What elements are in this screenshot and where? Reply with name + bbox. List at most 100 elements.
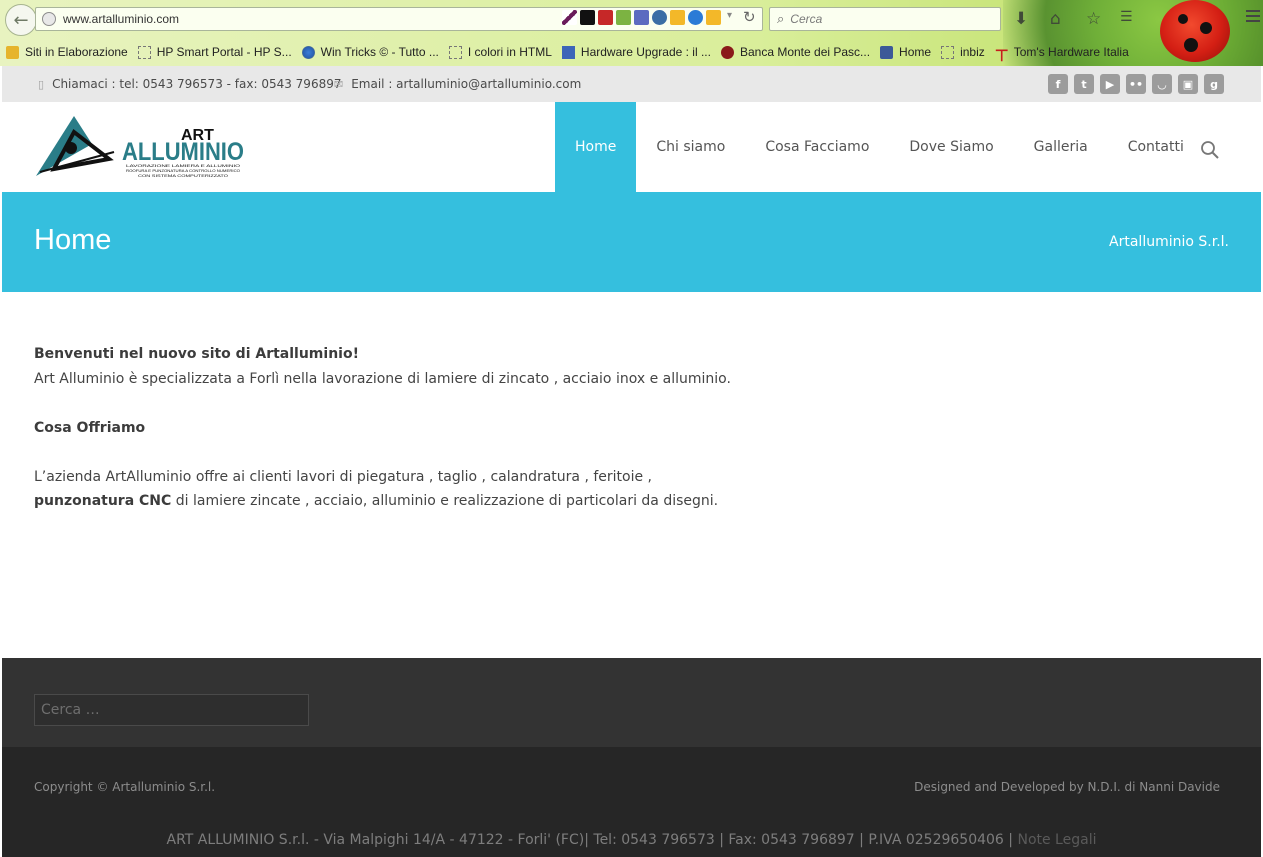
bookmark-label: Banca Monte dei Pasc...	[739, 45, 871, 59]
bank-icon	[720, 45, 734, 59]
breadcrumb: Artalluminio S.r.l.	[1109, 234, 1229, 250]
browser-search-placeholder: Cerca	[790, 12, 823, 26]
welcome-heading: Benvenuti nel nuovo sito di Artalluminio…	[34, 346, 359, 362]
offer-rest: di lamiere zincate , acciaio, alluminio …	[171, 493, 719, 509]
contact-phone: ▯ Chiamaci : tel: 0543 796573 - fax: 054…	[38, 77, 341, 91]
bookmark-item[interactable]: inbiz	[941, 45, 985, 59]
bookmark-label: Siti in Elaborazione	[25, 45, 128, 59]
nav-item-contatti[interactable]: Contatti	[1108, 102, 1204, 192]
box-addon-2-icon[interactable]	[706, 10, 721, 25]
nav-item-dove-siamo[interactable]: Dove Siamo	[889, 102, 1013, 192]
rss-icon[interactable]: ◡	[1152, 74, 1172, 94]
footer-widgets: Cerca …	[2, 658, 1261, 747]
offer-heading: Cosa Offriamo	[34, 419, 146, 436]
page-icon	[941, 45, 955, 59]
folder-icon	[6, 45, 19, 59]
facebook-icon	[880, 45, 894, 59]
bookmark-item[interactable]: HP Smart Portal - HP S...	[137, 45, 292, 59]
legal-notes-link[interactable]: Note Legali	[1017, 832, 1096, 848]
globe-icon	[301, 45, 315, 59]
bookmark-item[interactable]: Siti in Elaborazione	[6, 45, 128, 59]
jquery-addon-icon[interactable]	[688, 10, 703, 25]
bookmark-label: Tom's Hardware Italia	[1013, 45, 1129, 59]
bookmark-item[interactable]: Home	[880, 45, 931, 59]
back-button[interactable]: ←	[5, 4, 37, 36]
address-text: ART ALLUMINIO S.r.l. - Via Malpighi 14/A…	[166, 832, 1018, 848]
bookmark-item[interactable]: Hardware Upgrade : il ...	[561, 45, 711, 59]
dropdown-arrow-icon[interactable]: ▾	[727, 10, 732, 21]
browser-toolbar: ← www.artalluminio.com ▾ ↻ ⌕ Cerca ⬇ ⌂ ☆…	[0, 0, 1263, 66]
nav-item-galleria[interactable]: Galleria	[1014, 102, 1108, 192]
offer-bold: punzonatura CNC	[34, 493, 172, 509]
reload-icon[interactable]: ↻	[743, 8, 756, 26]
logo-text-alluminio: ALLUMINIO	[122, 138, 244, 166]
phone-text: Chiamaci : tel: 0543 796573 - fax: 0543 …	[52, 77, 342, 91]
url-text: www.artalluminio.com	[63, 12, 180, 26]
bookmark-item[interactable]: Win Tricks © - Tutto ...	[301, 45, 439, 59]
site-logo[interactable]: ART ALLUMINIO LAVORAZIONE LAMIERA E ALLU…	[34, 114, 249, 180]
wordpress-icon[interactable]	[652, 10, 667, 25]
flag-addon-icon[interactable]	[580, 10, 595, 25]
search-icon[interactable]	[1200, 140, 1220, 160]
php-addon-icon[interactable]	[634, 10, 649, 25]
youtube-icon[interactable]: ▶	[1100, 74, 1120, 94]
browser-search-bar[interactable]: ⌕ Cerca	[769, 7, 1001, 31]
bookmark-label: Hardware Upgrade : il ...	[580, 45, 711, 59]
offer-text: L’azienda ArtAlluminio offre ai clienti …	[34, 468, 652, 485]
intro-text: Art Alluminio è specializzata a Forlì ne…	[34, 370, 731, 387]
company-address: ART ALLUMINIO S.r.l. - Via Malpighi 14/A…	[2, 832, 1261, 848]
social-links: f t ▶ •• ◡ ▣ g	[1048, 74, 1224, 94]
page-title: Home	[34, 224, 112, 256]
bookmark-item[interactable]: ⊤ Tom's Hardware Italia	[994, 45, 1129, 65]
bookmark-label: Home	[899, 45, 932, 59]
bookmark-label: inbiz	[960, 45, 985, 59]
offer-paragraph: punzonatura CNC di lamiere zincate , acc…	[34, 489, 1224, 514]
page-title-band: Home Artalluminio S.r.l.	[2, 192, 1261, 292]
instagram-icon[interactable]: ▣	[1178, 74, 1198, 94]
home-icon[interactable]: ⌂	[1050, 9, 1061, 29]
site-identity-icon[interactable]	[42, 12, 56, 26]
twitter-icon[interactable]: t	[1074, 74, 1094, 94]
facebook-icon[interactable]: f	[1048, 74, 1068, 94]
nav-item-cosa-facciamo[interactable]: Cosa Facciamo	[745, 102, 889, 192]
firebug-addon-icon[interactable]	[598, 10, 613, 25]
theme-ladybug-image	[1160, 0, 1230, 62]
reading-list-icon[interactable]: ☰	[1120, 9, 1133, 25]
contact-email: ✉ Email : artalluminio@artalluminio.com	[334, 77, 581, 91]
addon-icons	[562, 10, 721, 25]
back-arrow-icon: ←	[13, 9, 29, 31]
feather-addon-icon[interactable]	[562, 10, 577, 25]
hwupgrade-icon	[561, 45, 575, 59]
email-text: Email : artalluminio@artalluminio.com	[351, 77, 582, 91]
page-icon	[448, 45, 462, 59]
footer-search-input[interactable]: Cerca …	[34, 694, 309, 726]
envelope-icon: ✉	[334, 77, 344, 91]
bookmark-label: Win Tricks © - Tutto ...	[320, 45, 439, 59]
nav-item-chi-siamo[interactable]: Chi siamo	[636, 102, 745, 192]
main-content: Benvenuti nel nuovo sito di Artalluminio…	[34, 342, 1224, 514]
nav-item-home[interactable]: Home	[555, 102, 637, 192]
hamburger-menu-icon[interactable]	[1246, 10, 1260, 24]
footer-bottom: Copyright © Artalluminio S.r.l. Designed…	[2, 747, 1261, 857]
flickr-icon[interactable]: ••	[1126, 74, 1146, 94]
bookmark-star-icon[interactable]: ☆	[1086, 9, 1101, 29]
vcheck-addon-icon[interactable]	[616, 10, 631, 25]
main-nav: Home Chi siamo Cosa Facciamo Dove Siamo …	[555, 102, 1204, 192]
page-icon	[137, 45, 151, 59]
toms-hardware-icon: ⊤	[994, 47, 1009, 65]
bookmark-item[interactable]: Banca Monte dei Pasc...	[720, 45, 871, 59]
box-addon-icon[interactable]	[670, 10, 685, 25]
google-plus-icon[interactable]: g	[1204, 74, 1224, 94]
bookmark-label: HP Smart Portal - HP S...	[156, 45, 292, 59]
copyright-text: Copyright © Artalluminio S.r.l.	[34, 780, 216, 794]
download-icon[interactable]: ⬇	[1014, 9, 1028, 29]
site-header: ART ALLUMINIO LAVORAZIONE LAMIERA E ALLU…	[2, 102, 1261, 192]
logo-tagline-3: CON SISTEMA COMPUTERIZZATO	[138, 173, 228, 178]
mobile-phone-icon: ▯	[38, 77, 45, 91]
credits-text: Designed and Developed by N.D.I. di Nann…	[914, 780, 1220, 794]
bookmarks-toolbar: Siti in Elaborazione HP Smart Portal - H…	[0, 41, 1133, 65]
bookmark-item[interactable]: I colori in HTML	[448, 45, 552, 59]
footer-search-placeholder: Cerca …	[41, 702, 100, 718]
site-topbar: ▯ Chiamaci : tel: 0543 796573 - fax: 054…	[2, 66, 1261, 102]
bookmark-label: I colori in HTML	[467, 45, 552, 59]
